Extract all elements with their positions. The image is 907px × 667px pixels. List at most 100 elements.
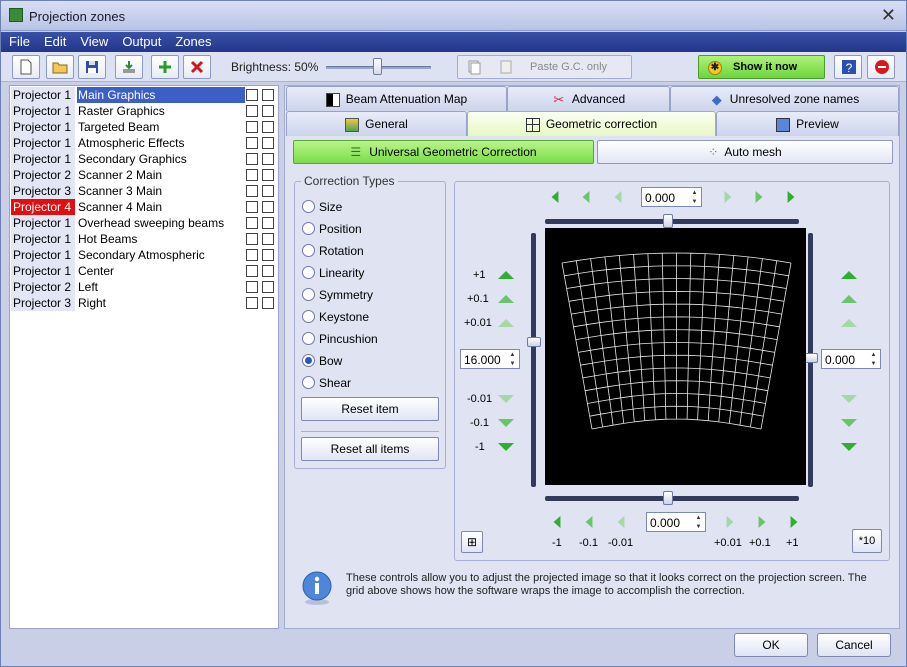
left-arrow-down-icon[interactable]	[496, 391, 516, 405]
zone-checkbox-a[interactable]	[246, 137, 258, 149]
zone-row[interactable]: Projector 1 Atmospheric Effects	[11, 135, 277, 151]
radio-circle[interactable]	[302, 376, 315, 389]
zone-row[interactable]: Projector 2 Left	[11, 279, 277, 295]
x10-button[interactable]: *10	[852, 529, 882, 553]
menu-edit[interactable]: Edit	[38, 32, 72, 51]
bottom-arrow-left-icon[interactable]	[583, 513, 595, 531]
zone-checkbox-b[interactable]	[262, 121, 274, 133]
save-button[interactable]	[78, 55, 106, 79]
open-button[interactable]	[46, 55, 74, 79]
top-arrow-left-icon[interactable]	[612, 188, 624, 206]
tab-beam-attenuation-map[interactable]: Beam Attenuation Map	[286, 86, 507, 111]
bottom-arrow-right-icon[interactable]	[724, 513, 736, 531]
right-arrow-up-icon[interactable]	[839, 292, 859, 306]
top-value-spinner[interactable]: 0.000 ▲ ▼	[641, 187, 702, 207]
menu-output[interactable]: Output	[116, 32, 167, 51]
top-arrow-right-icon[interactable]	[785, 188, 797, 206]
right-arrow-down-icon[interactable]	[839, 391, 859, 405]
zone-checkbox-a[interactable]	[246, 153, 258, 165]
zone-checkbox-a[interactable]	[246, 105, 258, 117]
spin-down-icon[interactable]: ▼	[693, 523, 704, 531]
radio-circle[interactable]	[302, 310, 315, 323]
left-arrow-down-icon[interactable]	[496, 415, 516, 429]
right-arrow-down-icon[interactable]	[839, 439, 859, 453]
zone-row[interactable]: Projector 2 Scanner 2 Main	[11, 167, 277, 183]
left-arrow-down-icon[interactable]	[496, 439, 516, 453]
zone-checkbox-a[interactable]	[246, 233, 258, 245]
spin-down-icon[interactable]: ▼	[689, 198, 700, 206]
zone-checkbox-b[interactable]	[262, 137, 274, 149]
radio-circle[interactable]	[302, 200, 315, 213]
add-zone-button[interactable]	[151, 55, 179, 79]
radio-circle[interactable]	[302, 288, 315, 301]
grid-toggle-button[interactable]: ⊞	[461, 531, 483, 553]
tab-advanced[interactable]: ✂ Advanced	[507, 86, 670, 111]
spin-down-icon[interactable]: ▼	[868, 360, 879, 368]
tab-geometric-correction[interactable]: Geometric correction	[467, 111, 716, 136]
top-arrow-right-icon[interactable]	[722, 188, 734, 206]
zone-checkbox-b[interactable]	[262, 153, 274, 165]
menu-file[interactable]: File	[3, 32, 36, 51]
right-slider-thumb[interactable]	[804, 353, 818, 363]
radio-circle[interactable]	[302, 222, 315, 235]
left-arrow-up-icon[interactable]	[496, 316, 516, 330]
top-arrow-left-icon[interactable]	[549, 188, 561, 206]
zone-checkbox-b[interactable]	[262, 201, 274, 213]
zone-checkbox-b[interactable]	[262, 185, 274, 197]
menu-zones[interactable]: Zones	[169, 32, 217, 51]
delete-zone-button[interactable]	[183, 55, 211, 79]
spin-up-icon[interactable]: ▲	[689, 189, 700, 197]
zone-row[interactable]: Projector 1 Overhead sweeping beams	[11, 215, 277, 231]
zone-row[interactable]: Projector 1 Center	[11, 263, 277, 279]
left-arrow-up-icon[interactable]	[496, 268, 516, 282]
zone-checkbox-b[interactable]	[262, 281, 274, 293]
stop-button[interactable]	[867, 55, 895, 79]
auto-mesh-button[interactable]: ⁘ Auto mesh	[597, 140, 893, 164]
right-arrow-up-icon[interactable]	[839, 316, 859, 330]
zone-checkbox-a[interactable]	[246, 169, 258, 181]
zone-row[interactable]: Projector 4 Scanner 4 Main	[11, 199, 277, 215]
zone-checkbox-b[interactable]	[262, 105, 274, 117]
top-arrow-left-icon[interactable]	[580, 188, 592, 206]
zone-checkbox-a[interactable]	[246, 185, 258, 197]
zone-row[interactable]: Projector 1 Raster Graphics	[11, 103, 277, 119]
bottom-slider-thumb[interactable]	[663, 491, 673, 505]
zone-row[interactable]: Projector 3 Right	[11, 295, 277, 311]
cancel-button[interactable]: Cancel	[817, 633, 891, 657]
zone-row[interactable]: Projector 3 Scanner 3 Main	[11, 183, 277, 199]
zone-checkbox-a[interactable]	[246, 201, 258, 213]
radio-circle[interactable]	[302, 332, 315, 345]
zone-checkbox-a[interactable]	[246, 249, 258, 261]
right-arrow-down-icon[interactable]	[839, 415, 859, 429]
bottom-arrow-left-icon[interactable]	[615, 513, 627, 531]
zone-checkbox-a[interactable]	[246, 121, 258, 133]
tab-general[interactable]: General	[286, 111, 467, 136]
bottom-arrow-right-icon[interactable]	[756, 513, 768, 531]
zone-checkbox-a[interactable]	[246, 265, 258, 277]
bottom-value-spinner[interactable]: 0.000 ▲ ▼	[646, 512, 706, 532]
zone-checkbox-a[interactable]	[246, 297, 258, 309]
left-arrow-up-icon[interactable]	[496, 292, 516, 306]
tab-preview[interactable]: Preview	[716, 111, 899, 136]
radio-circle[interactable]	[302, 266, 315, 279]
spin-up-icon[interactable]: ▲	[693, 514, 704, 522]
left-slider-thumb[interactable]	[527, 337, 541, 347]
radio-circle[interactable]	[302, 354, 315, 367]
universal-geometric-correction-button[interactable]: ☰ Universal Geometric Correction	[293, 140, 594, 164]
zone-row[interactable]: Projector 1 Targeted Beam	[11, 119, 277, 135]
zone-checkbox-b[interactable]	[262, 233, 274, 245]
zone-checkbox-b[interactable]	[262, 217, 274, 229]
new-button[interactable]	[12, 55, 40, 79]
ok-button[interactable]: OK	[734, 633, 808, 657]
zone-checkbox-a[interactable]	[246, 281, 258, 293]
bottom-arrow-right-icon[interactable]	[788, 513, 800, 531]
spin-down-icon[interactable]: ▼	[507, 360, 518, 368]
bottom-arrow-left-icon[interactable]	[551, 513, 563, 531]
brightness-slider-thumb[interactable]	[373, 58, 382, 75]
zone-row[interactable]: Projector 1 Secondary Atmospheric	[11, 247, 277, 263]
zone-checkbox-b[interactable]	[262, 89, 274, 101]
tab-unresolved-zone-names[interactable]: ◆ Unresolved zone names	[670, 86, 899, 111]
right-arrow-up-icon[interactable]	[839, 268, 859, 282]
zone-checkbox-b[interactable]	[262, 297, 274, 309]
zone-checkbox-a[interactable]	[246, 217, 258, 229]
